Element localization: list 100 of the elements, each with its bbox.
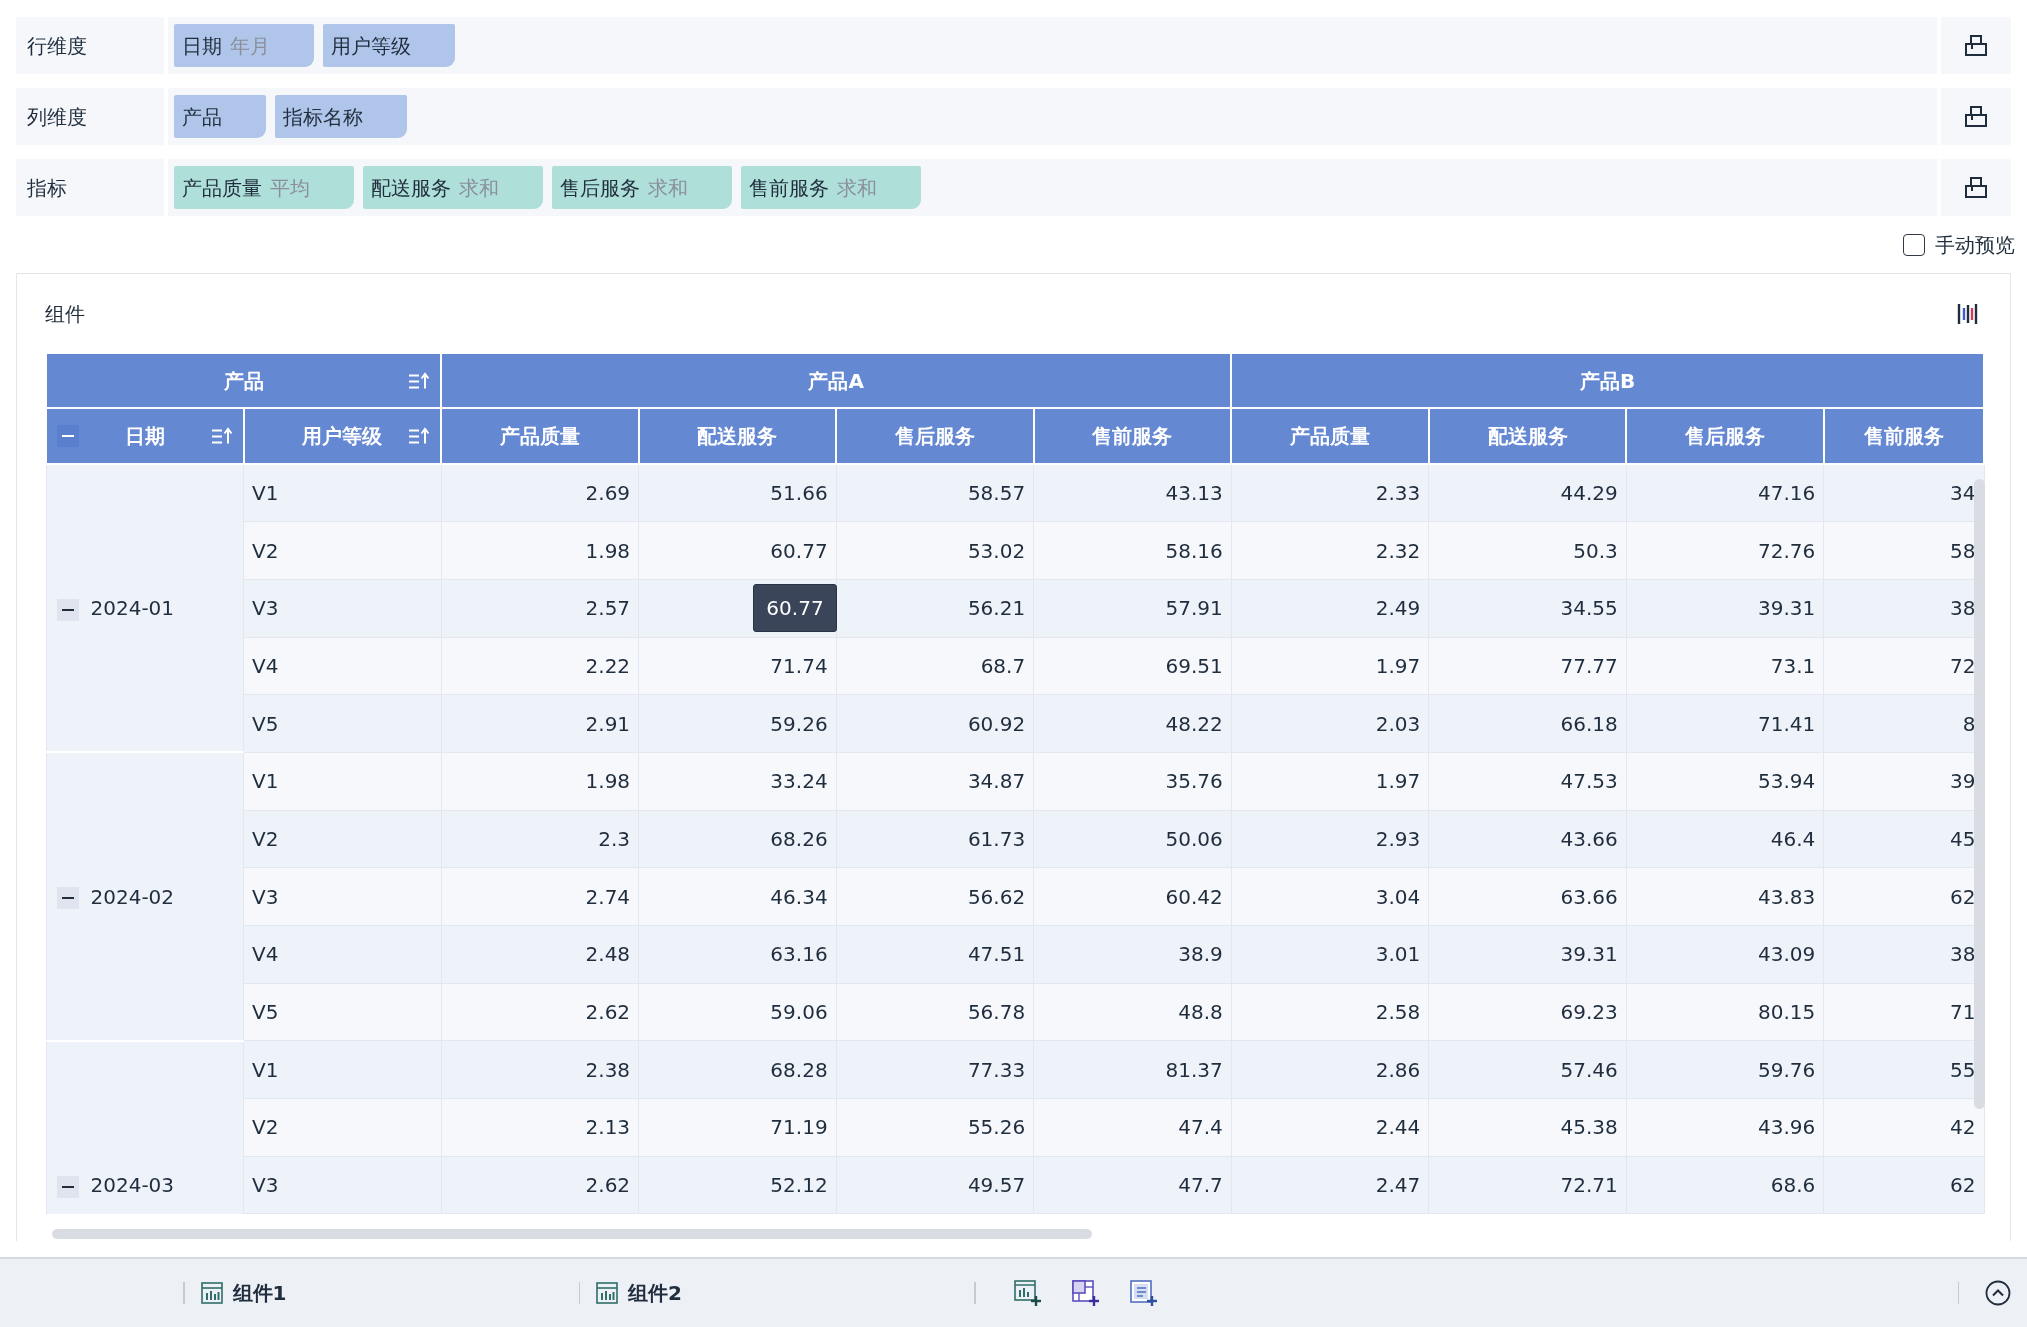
- collapse-icon[interactable]: [56, 598, 79, 621]
- table-cell: 2.3: [441, 810, 639, 868]
- table-cell: 2.58: [1231, 983, 1429, 1041]
- table-cell: 47.4: [1033, 1098, 1232, 1157]
- table-cell: 2.13: [441, 1098, 639, 1157]
- sort-icon[interactable]: [408, 426, 431, 446]
- add-report-icon[interactable]: [1129, 1279, 1158, 1307]
- table-cell: 58.57: [836, 464, 1034, 522]
- column-header: 配送服务: [1428, 408, 1627, 464]
- table-cell: 60.92: [836, 694, 1034, 753]
- table-cell: 57.91: [1033, 579, 1232, 638]
- column-header: 产品A: [441, 354, 1232, 408]
- table-cell: 53.02: [836, 521, 1034, 580]
- table-cell: 33.24: [638, 752, 837, 811]
- table-cell: 52.12: [638, 1156, 837, 1214]
- table-cell: 2.48: [441, 925, 639, 984]
- table-cell: 1.98: [441, 521, 639, 580]
- checkbox[interactable]: [1903, 233, 1925, 256]
- table-cell: 81.37: [1033, 1040, 1232, 1099]
- sort-icon[interactable]: [210, 426, 233, 446]
- table-cell: 2.22: [441, 637, 639, 695]
- table-cell: 47.7: [1033, 1156, 1232, 1214]
- table-cell: V2: [243, 1098, 442, 1157]
- field-chip[interactable]: 售前服务 求和: [741, 166, 921, 209]
- column-header: 日期: [46, 408, 244, 464]
- table-cell: 60.42: [1033, 867, 1232, 926]
- table-cell: 2.93: [1231, 810, 1429, 868]
- field-chip[interactable]: 配送服务 求和: [363, 166, 543, 209]
- table-cell: 72.76: [1626, 521, 1824, 580]
- chart-table-icon: [200, 1282, 223, 1304]
- table-cell: 47.16: [1626, 464, 1824, 522]
- column-header: 售后服务: [836, 408, 1034, 464]
- row-header-text: 2024-02: [90, 884, 175, 909]
- table-cell: 1.97: [1231, 752, 1429, 811]
- table-cell: 2.32: [1231, 521, 1429, 580]
- sort-icon[interactable]: [408, 371, 431, 390]
- table-cell: 42: [1823, 1098, 1984, 1157]
- table-cell: 50.06: [1033, 810, 1232, 868]
- table-cell: 38.9: [1033, 925, 1232, 984]
- scrollbar[interactable]: [1974, 479, 1985, 1109]
- field-chip[interactable]: 日期 年月: [174, 24, 314, 67]
- column-header: 售前服务: [1033, 408, 1232, 464]
- collapse-icon[interactable]: [56, 887, 79, 910]
- table-cell: 61.73: [836, 810, 1034, 868]
- table-cell: 34.87: [836, 752, 1034, 811]
- table-cell: 1.97: [1231, 637, 1429, 695]
- table-cell: 66.18: [1428, 694, 1627, 753]
- hierarchy-icon[interactable]: [1964, 34, 1988, 57]
- scrollbar[interactable]: [52, 1229, 1092, 1239]
- field-chip[interactable]: 产品质量 平均: [174, 166, 354, 209]
- chart-type-icon[interactable]: [1957, 302, 1978, 326]
- table-cell: 69.23: [1428, 983, 1627, 1041]
- table-cell: 56.78: [836, 983, 1034, 1041]
- table-cell: 48.8: [1033, 983, 1232, 1041]
- field-area-label: 指标: [27, 174, 67, 202]
- component-tab[interactable]: 组件1: [184, 1278, 579, 1308]
- column-header: 产品B: [1231, 354, 1984, 408]
- table-cell: 68.28: [638, 1040, 837, 1099]
- column-header: 售后服务: [1626, 408, 1824, 464]
- column-header: 配送服务: [638, 408, 837, 464]
- table-cell: 43.66: [1428, 810, 1627, 868]
- table-cell: 44.29: [1428, 464, 1627, 522]
- table-cell: 2.74: [441, 867, 639, 926]
- table-cell: V1: [243, 1040, 442, 1099]
- table-cell: 43.83: [1626, 867, 1824, 926]
- checkbox-label[interactable]: 手动预览: [1935, 229, 2015, 260]
- hierarchy-icon[interactable]: [1964, 105, 1988, 128]
- field-chip[interactable]: 产品: [174, 95, 266, 138]
- hierarchy-icon[interactable]: [1964, 176, 1988, 199]
- table-cell: 63.66: [1428, 867, 1627, 926]
- table-cell: 39.31: [1626, 579, 1824, 638]
- table-cell: 49.57: [836, 1156, 1034, 1214]
- table-cell: 2.62: [441, 983, 639, 1041]
- table-cell: 3.04: [1231, 867, 1429, 926]
- table-cell: 2.44: [1231, 1098, 1429, 1157]
- table-cell: 2.69: [441, 464, 639, 522]
- table-cell: 71.41: [1626, 694, 1824, 753]
- field-chip[interactable]: 用户等级: [323, 24, 455, 67]
- add-chart-icon[interactable]: [1013, 1279, 1042, 1307]
- table-cell: 39.31: [1428, 925, 1627, 984]
- table-cell: 56.21: [836, 579, 1034, 638]
- collapse-icon[interactable]: [1985, 1280, 2011, 1306]
- table-cell: 48.22: [1033, 694, 1232, 753]
- table-cell: 68.7: [836, 637, 1034, 695]
- table-cell: V2: [243, 810, 442, 868]
- table-cell: 2.86: [1231, 1040, 1429, 1099]
- add-layout-icon[interactable]: [1071, 1279, 1100, 1307]
- table-cell: 47.51: [836, 925, 1034, 984]
- table-cell: 77.77: [1428, 637, 1627, 695]
- table-cell: 45.38: [1428, 1098, 1627, 1157]
- component-tab[interactable]: 组件2: [580, 1278, 974, 1308]
- table-cell: V3: [243, 1156, 442, 1214]
- collapse-icon[interactable]: [56, 1175, 79, 1198]
- table-cell: 63.16: [638, 925, 837, 984]
- field-chip[interactable]: 指标名称: [275, 95, 407, 138]
- field-chip[interactable]: 售后服务 求和: [552, 166, 732, 209]
- table-cell: 2.33: [1231, 464, 1429, 522]
- chart-table-icon: [596, 1282, 618, 1304]
- table-cell: 58.16: [1033, 521, 1232, 580]
- column-header: 产品: [46, 354, 442, 408]
